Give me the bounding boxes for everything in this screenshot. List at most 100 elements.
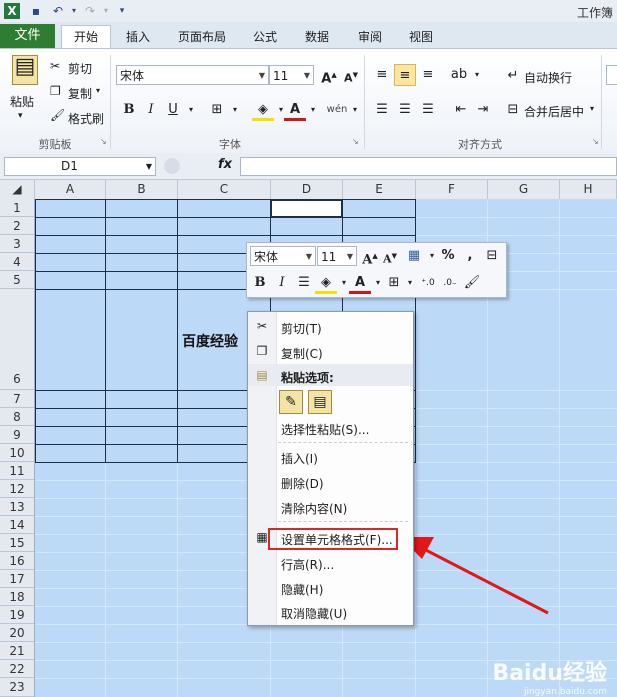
tab-review[interactable]: 审阅: [350, 26, 390, 48]
menu-item-copy[interactable]: 复制(C): [281, 345, 323, 362]
column-header[interactable]: G: [488, 180, 560, 199]
undo-icon[interactable]: ↶: [50, 3, 66, 19]
column-header[interactable]: C: [178, 180, 271, 199]
format-painter-icon[interactable]: 🖌: [461, 272, 483, 294]
decrease-indent-icon[interactable]: ⇤: [450, 99, 472, 121]
row-header[interactable]: 20: [0, 624, 34, 642]
row-header[interactable]: 16: [0, 552, 34, 570]
save-icon[interactable]: ▪: [28, 3, 44, 19]
font-name-combo[interactable]: 宋体 ▼: [116, 65, 269, 85]
increase-indent-icon[interactable]: ⇥: [472, 99, 494, 121]
name-box[interactable]: D1 ▼: [4, 157, 156, 176]
center-align-icon[interactable]: ☰: [293, 272, 315, 294]
menu-item-insert[interactable]: 插入(I): [281, 450, 318, 467]
select-all-corner[interactable]: ◢: [0, 180, 35, 199]
clipboard-launcher-icon[interactable]: ↘: [100, 137, 107, 146]
wrap-text-icon[interactable]: ↵: [502, 65, 524, 87]
tab-file[interactable]: 文件: [0, 24, 55, 48]
column-header[interactable]: D: [271, 180, 343, 199]
paste-icon[interactable]: ▤: [12, 55, 38, 85]
row-header[interactable]: 7: [0, 390, 34, 408]
merge-center-button[interactable]: 合并后居中: [524, 103, 584, 120]
row-header[interactable]: 18: [0, 588, 34, 606]
tab-home[interactable]: 开始: [61, 25, 111, 49]
row-header[interactable]: 2: [0, 217, 34, 235]
tab-page-layout[interactable]: 页面布局: [170, 26, 234, 48]
shrink-font-icon[interactable]: A▼: [379, 245, 401, 267]
copy-button[interactable]: 复制: [68, 85, 92, 102]
column-header[interactable]: E: [343, 180, 416, 199]
grow-font-icon[interactable]: A▲: [359, 245, 381, 267]
bold-icon[interactable]: B: [249, 272, 271, 294]
column-header[interactable]: A: [35, 180, 106, 199]
cut-button[interactable]: 剪切: [68, 60, 92, 77]
paste-button[interactable]: 粘贴: [10, 93, 34, 110]
column-header[interactable]: B: [106, 180, 178, 199]
merge-center-icon[interactable]: ⊟: [481, 245, 503, 267]
tab-view[interactable]: 视图: [401, 26, 441, 48]
row-header[interactable]: 5: [0, 271, 34, 289]
formula-input[interactable]: [240, 157, 617, 176]
row-header[interactable]: 15: [0, 534, 34, 552]
italic-icon[interactable]: I: [271, 272, 293, 294]
italic-icon[interactable]: I: [140, 99, 162, 121]
menu-item-format-cells[interactable]: 设置单元格格式(F)...: [281, 531, 393, 548]
menu-item-delete[interactable]: 删除(D): [281, 475, 324, 492]
row-header[interactable]: 23: [0, 678, 34, 697]
customize-qat-icon[interactable]: ▾: [114, 3, 130, 19]
merge-center-icon[interactable]: ⊟: [502, 99, 524, 121]
font-color-dropdown-icon[interactable]: ▾: [302, 99, 324, 121]
mini-font-combo[interactable]: 宋体 ▼: [250, 246, 316, 266]
font-size-combo[interactable]: 11 ▼: [269, 65, 314, 85]
shrink-font-icon[interactable]: A▼: [340, 64, 362, 86]
mini-size-combo[interactable]: 11 ▼: [317, 246, 357, 266]
format-painter-button[interactable]: 格式刷: [68, 110, 104, 127]
merge-dropdown-icon[interactable]: ▾: [590, 104, 594, 113]
comma-style-button[interactable]: ,: [459, 245, 481, 267]
underline-dropdown-icon[interactable]: ▾: [180, 99, 202, 121]
decrease-decimal-icon[interactable]: .0₋: [439, 272, 461, 294]
active-cell-d1[interactable]: [271, 200, 342, 217]
row-header[interactable]: 13: [0, 498, 34, 516]
row-header[interactable]: 22: [0, 660, 34, 678]
paste-icon[interactable]: ✎: [279, 390, 303, 414]
grow-font-icon[interactable]: A▲: [318, 64, 340, 86]
menu-item-clear-contents[interactable]: 清除内容(N): [281, 500, 347, 517]
font-launcher-icon[interactable]: ↘: [352, 137, 359, 146]
row-header[interactable]: 8: [0, 408, 34, 426]
tab-formulas[interactable]: 公式: [245, 26, 285, 48]
paste-values-icon[interactable]: ▤: [308, 390, 332, 414]
menu-item-cut[interactable]: 剪切(T): [281, 320, 322, 337]
copy-dropdown-icon[interactable]: ▾: [96, 86, 100, 95]
phonetic-dropdown-icon[interactable]: ▾: [344, 99, 366, 121]
align-right-icon[interactable]: ☰: [417, 99, 439, 121]
row-header[interactable]: 17: [0, 570, 34, 588]
row-header[interactable]: 10: [0, 444, 34, 462]
align-left-icon[interactable]: ☰: [371, 99, 393, 121]
alignment-launcher-icon[interactable]: ↘: [592, 137, 599, 146]
borders-dropdown-icon[interactable]: ▾: [224, 99, 246, 121]
row-header[interactable]: 19: [0, 606, 34, 624]
column-header[interactable]: F: [416, 180, 488, 199]
bold-icon[interactable]: B: [118, 99, 140, 121]
orientation-dropdown-icon[interactable]: ▾: [466, 64, 488, 86]
percent-style-button[interactable]: %: [437, 245, 459, 267]
menu-item-paste-special[interactable]: 选择性粘贴(S)...: [281, 421, 369, 438]
wrap-text-button[interactable]: 自动换行: [524, 69, 572, 86]
row-header[interactable]: 4: [0, 253, 34, 271]
number-format-combo[interactable]: [606, 65, 617, 85]
redo-dropdown-icon[interactable]: ▾: [98, 3, 114, 19]
column-header[interactable]: H: [560, 180, 617, 199]
menu-item-unhide[interactable]: 取消隐藏(U): [281, 605, 347, 622]
menu-item-hide[interactable]: 隐藏(H): [281, 581, 323, 598]
row-header[interactable]: 14: [0, 516, 34, 534]
row-header[interactable]: 11: [0, 462, 34, 480]
row-header[interactable]: 21: [0, 642, 34, 660]
row-header[interactable]: 12: [0, 480, 34, 498]
align-center-icon[interactable]: ☰: [394, 99, 416, 121]
increase-decimal-icon[interactable]: ⁺.0: [417, 272, 439, 294]
row-header[interactable]: 1: [0, 199, 34, 217]
redo-icon[interactable]: ↷: [82, 3, 98, 19]
align-bottom-icon[interactable]: ≡: [417, 64, 439, 86]
align-top-icon[interactable]: ≡: [371, 64, 393, 86]
